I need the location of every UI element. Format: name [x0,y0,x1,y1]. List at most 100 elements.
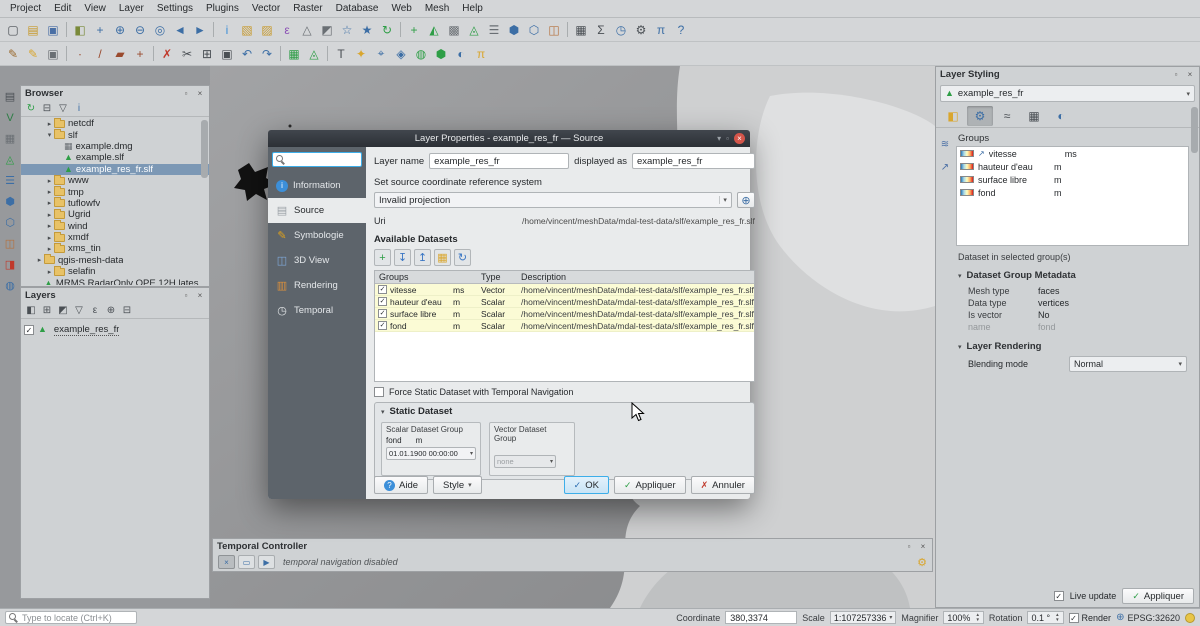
tab-3d-view[interactable]: ◫3D View [268,248,366,273]
browser-filter-icon[interactable]: ▽ [56,102,70,116]
identify-features-icon[interactable]: i [217,20,237,40]
coordinate-input[interactable]: 380,3374 [725,611,797,624]
mesh-frame-tab[interactable]: ▦ [1021,106,1047,126]
delete-selected-icon[interactable]: ✗ [157,44,177,64]
tab-source[interactable]: ▤Source [268,198,366,223]
browser-item[interactable]: ▲example.slf [21,152,209,163]
plugin-manager-icon[interactable]: ◈ [391,44,411,64]
dataset-checkbox[interactable]: ✓ [378,297,387,306]
mesh-digitizing-icon[interactable]: ◬ [304,44,324,64]
static-dataset-header[interactable]: ▾ Static Dataset [381,406,748,417]
locate-bar[interactable]: Type to locate (Ctrl+K) [5,611,137,624]
float-panel-icon[interactable]: ▫ [904,542,914,551]
add-mesh-layer-icon[interactable]: ◬ [464,20,484,40]
temporal-settings-icon[interactable]: ⚙ [917,556,927,569]
select-by-expression-icon[interactable]: ε [277,20,297,40]
styling-layer-combo[interactable]: ▲ example_res_fr ▾ [940,85,1195,102]
current-edits-icon[interactable]: ✎ [3,44,23,64]
browser-item[interactable]: ▸netcdf [21,118,209,129]
minimize-icon[interactable]: ▾ [717,133,721,144]
temporal-fixed-range-button[interactable]: ▭ [238,555,255,569]
column-header-description[interactable]: Description [521,272,754,282]
add-raster-layer-icon[interactable]: ▦ [2,130,19,147]
georeferencer-icon[interactable]: ⌖ [371,44,391,64]
3d-view-tab[interactable]: ◐ [1048,106,1074,126]
add-vector-layer-icon[interactable]: ◭ [424,20,444,40]
style-manager-icon[interactable]: ◧ [70,20,90,40]
crs-status-button[interactable]: ⊕ EPSG:32620 [1116,612,1180,623]
float-panel-icon[interactable]: ▫ [181,89,191,98]
apply-button[interactable]: ✓ Appliquer [614,476,686,494]
close-panel-icon[interactable]: × [918,542,928,551]
expander-icon[interactable]: ▸ [45,199,54,207]
expander-icon[interactable]: ▸ [45,120,54,128]
python-console-icon[interactable]: π [651,20,671,40]
add-delimited-text-icon[interactable]: ☰ [484,20,504,40]
tab-rendering[interactable]: ▥Rendering [268,273,366,298]
collapse-datasets-icon[interactable]: ↥ [414,249,431,266]
new-layer-icon[interactable]: + [404,20,424,40]
map-tips-icon[interactable]: ◩ [317,20,337,40]
menu-view[interactable]: View [78,2,112,15]
select-crs-button[interactable]: ⊕ [737,192,755,208]
magnifier-input[interactable]: 100% ▲▼ [943,611,984,624]
paste-features-icon[interactable]: ▣ [217,44,237,64]
decoration-icon[interactable]: ✦ [351,44,371,64]
help-button[interactable]: ? Aide [374,476,428,494]
symbology-tab[interactable]: ◧ [940,106,966,126]
tab-symbologie[interactable]: ✎Symbologie [268,223,366,248]
deselect-features-icon[interactable]: ▨ [257,20,277,40]
measure-icon[interactable]: △ [297,20,317,40]
styling-apply-button[interactable]: ✓ Appliquer [1122,588,1194,604]
styling-scrollbar[interactable] [1191,107,1198,153]
zoom-out-icon[interactable]: ⊖ [130,20,150,40]
render-checkbox[interactable]: ✓ [1069,613,1079,623]
browser-item[interactable]: ▲example_res_fr.slf [21,164,209,175]
menu-database[interactable]: Database [330,2,385,15]
add-wms-layer-icon[interactable]: ◫ [544,20,564,40]
temporal-animated-button[interactable]: ▶ [258,555,275,569]
metadata-section-header[interactable]: ▾ Dataset Group Metadata [958,270,1189,281]
temporal-navigation-off-button[interactable]: × [218,555,235,569]
style-button[interactable]: Style ▾ [433,476,482,494]
add-mesh-layer-icon[interactable]: ◬ [2,151,19,168]
dataset-row[interactable]: ✓surface libremScalar/home/vincent/meshD… [375,308,754,320]
tab-information[interactable]: iInformation [268,173,366,198]
column-header-groups[interactable]: Groups [375,272,481,282]
browser-item[interactable]: ▸wind [21,221,209,232]
osm-search-icon[interactable]: ◍ [411,44,431,64]
pan-map-icon[interactable]: + [90,20,110,40]
dataset-table-icon[interactable]: ▦ [434,249,451,266]
dialog-titlebar[interactable]: Layer Properties - example_res_fr — Sour… [268,130,750,147]
menu-raster[interactable]: Raster [287,2,328,15]
dataset-group-row[interactable]: fondm [957,186,1188,199]
add-postgis-layer-icon[interactable]: ⬢ [504,20,524,40]
zoom-last-icon[interactable]: ◄ [170,20,190,40]
vector-dataset-icon[interactable]: ↗ [938,160,953,175]
browser-item[interactable]: ▸qgis-mesh-data [21,255,209,266]
tab-temporal[interactable]: ◷Temporal [268,298,366,323]
settings-tab[interactable]: ⚙ [967,106,993,126]
browser-item[interactable]: ▸xmdf [21,232,209,243]
expander-icon[interactable]: ▾ [45,131,54,139]
dataset-group-row[interactable]: ↗vitessems [957,147,1188,160]
toggle-editing-icon[interactable]: ✎ [23,44,43,64]
expander-icon[interactable]: ▸ [45,268,54,276]
add-wms-layer-icon[interactable]: ◍ [2,277,19,294]
processing-toolbox-icon[interactable]: ⚙ [631,20,651,40]
metasearch-icon[interactable]: ◐ [451,44,471,64]
menu-edit[interactable]: Edit [48,2,77,15]
browser-item[interactable]: ▸tmp [21,186,209,197]
open-layer-styling-icon[interactable]: ◧ [24,304,38,318]
annotation-tool-icon[interactable]: T [331,44,351,64]
dataset-checkbox[interactable]: ✓ [378,285,387,294]
expand-all-icon[interactable]: ⊕ [104,304,118,318]
menu-settings[interactable]: Settings [151,2,199,15]
browser-scrollbar[interactable] [201,120,208,178]
add-postgis-layer-icon[interactable]: ⬢ [2,193,19,210]
filter-legend-icon[interactable]: ▽ [72,304,86,318]
dataset-group-row[interactable]: surface librem [957,173,1188,186]
add-point-feature-icon[interactable]: ∙ [70,44,90,64]
menu-vector[interactable]: Vector [246,2,286,15]
expander-icon[interactable]: ▸ [45,211,54,219]
